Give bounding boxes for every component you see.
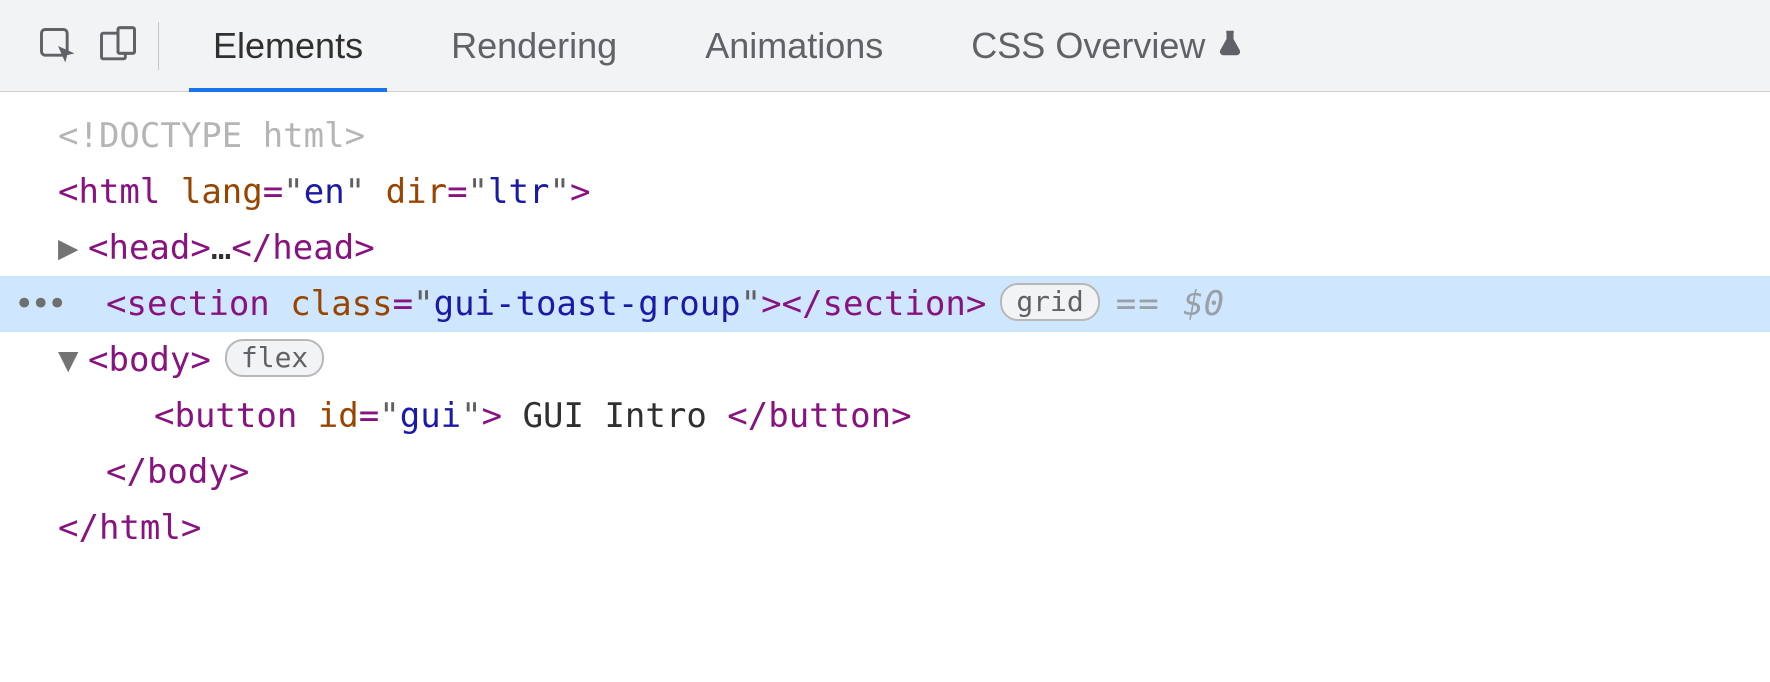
expand-icon[interactable]: ▶ <box>58 220 84 276</box>
tab-elements[interactable]: Elements <box>213 0 363 91</box>
tab-animations[interactable]: Animations <box>705 0 883 91</box>
tab-label: CSS Overview <box>971 25 1205 67</box>
dom-head[interactable]: ▶ <head>…</head> <box>0 220 1770 276</box>
dom-body-close[interactable]: </body> <box>0 444 1770 500</box>
attr-value: en <box>304 164 345 220</box>
attr-value: ltr <box>488 164 549 220</box>
tab-rendering[interactable]: Rendering <box>451 0 617 91</box>
device-toggle-icon[interactable] <box>88 16 148 76</box>
button-text: GUI Intro <box>502 388 727 444</box>
more-icon[interactable]: ••• <box>14 276 63 332</box>
attr-value: gui <box>400 388 461 444</box>
attr-name: lang <box>181 164 263 220</box>
tab-css-overview[interactable]: CSS Overview <box>971 0 1245 91</box>
flask-icon <box>1215 25 1245 67</box>
tag-open: <html <box>58 164 160 220</box>
tab-label: Rendering <box>451 25 617 67</box>
tab-label: Elements <box>213 25 363 67</box>
doctype-text: <!DOCTYPE html> <box>58 108 365 164</box>
dom-doctype[interactable]: <!DOCTYPE html> <box>0 108 1770 164</box>
console-ref: == $0 <box>1116 276 1224 332</box>
attr-name: dir <box>386 164 447 220</box>
dom-html-close[interactable]: </html> <box>0 500 1770 556</box>
dom-body-open[interactable]: ▼ <body> flex <box>0 332 1770 388</box>
layout-badge-flex[interactable]: flex <box>225 339 324 377</box>
dom-button[interactable]: <button id="gui" > GUI Intro </button> <box>0 388 1770 444</box>
devtools-toolbar: Elements Rendering Animations CSS Overvi… <box>0 0 1770 92</box>
attr-name: class <box>290 276 392 332</box>
dom-html-open[interactable]: <html lang="en" dir="ltr" > <box>0 164 1770 220</box>
ellipsis: … <box>211 220 231 276</box>
layout-badge-grid[interactable]: grid <box>1000 283 1099 321</box>
collapse-icon[interactable]: ▼ <box>58 332 84 388</box>
tab-label: Animations <box>705 25 883 67</box>
inspect-icon[interactable] <box>28 16 88 76</box>
panel-tabs: Elements Rendering Animations CSS Overvi… <box>177 0 1245 91</box>
elements-tree[interactable]: <!DOCTYPE html> <html lang="en" dir="ltr… <box>0 92 1770 556</box>
toolbar-divider <box>158 22 159 70</box>
attr-value: gui-toast-group <box>434 276 741 332</box>
dom-section-selected[interactable]: ••• <section class="gui-toast-group" ></… <box>0 276 1770 332</box>
attr-name: id <box>318 388 359 444</box>
